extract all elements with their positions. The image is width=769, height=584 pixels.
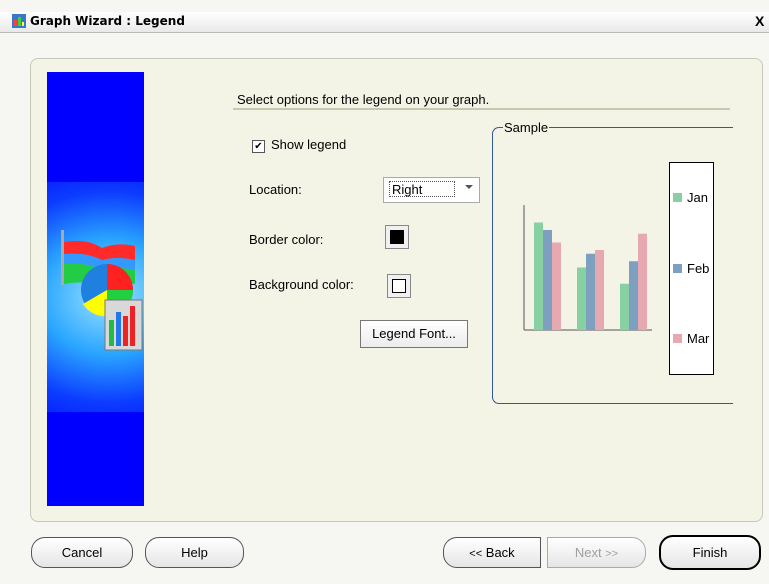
legend-label-mar: Mar [687, 331, 710, 346]
border-color-picker[interactable] [385, 225, 409, 249]
legend-swatch-feb [673, 264, 682, 273]
chevron-left-icon: << [469, 548, 483, 560]
title-bar: Graph Wizard : Legend X [0, 12, 769, 33]
help-button[interactable]: Help [145, 537, 244, 568]
location-select[interactable]: Right [383, 177, 480, 203]
bar-mar-2 [595, 250, 604, 330]
separator-line [233, 108, 730, 110]
bar-jan-1 [534, 222, 543, 330]
location-label: Location: [249, 182, 302, 197]
sample-legend: Jan Feb Mar [669, 162, 714, 375]
bar-feb-2 [586, 253, 595, 330]
back-button-label: Back [485, 545, 515, 560]
bar-mar-3 [638, 233, 647, 330]
bar-feb-3 [629, 261, 638, 330]
finish-button[interactable]: Finish [659, 535, 761, 570]
legend-label-feb: Feb [687, 261, 710, 276]
show-legend-checkbox[interactable]: ✔ [252, 140, 265, 153]
chevron-down-icon [465, 185, 473, 189]
graph-wizard-window: Graph Wizard : Legend X Select options f… [0, 0, 769, 584]
background-color-label: Background color: [249, 277, 354, 292]
bar-jan-3 [620, 283, 629, 330]
background-color-picker[interactable] [387, 274, 411, 298]
legend-swatch-mar [673, 334, 682, 343]
location-value: Right [389, 181, 455, 197]
bar-mar-1 [552, 242, 561, 330]
legend-font-button[interactable]: Legend Font... [360, 320, 468, 348]
instruction-text: Select options for the legend on your gr… [237, 92, 490, 107]
close-icon[interactable]: X [755, 13, 769, 30]
border-color-label: Border color: [249, 232, 324, 247]
back-button[interactable]: << Back [443, 537, 541, 568]
bar-jan-2 [577, 267, 586, 330]
wizard-banner-image [47, 72, 144, 506]
cancel-button[interactable]: Cancel [31, 537, 133, 568]
show-legend-label[interactable]: Show legend [271, 137, 346, 152]
window-title: Graph Wizard : Legend [30, 14, 185, 28]
next-button-label: Next [574, 545, 602, 560]
next-button[interactable]: Next >> [547, 537, 646, 568]
graph-illustration-icon [61, 230, 143, 351]
bar-feb-1 [543, 230, 552, 330]
sample-bar-chart [523, 205, 652, 331]
legend-label-jan: Jan [687, 190, 708, 205]
chevron-right-icon: >> [605, 548, 619, 560]
sample-title: Sample [503, 120, 550, 135]
app-icon [12, 14, 26, 28]
legend-swatch-jan [673, 193, 682, 202]
